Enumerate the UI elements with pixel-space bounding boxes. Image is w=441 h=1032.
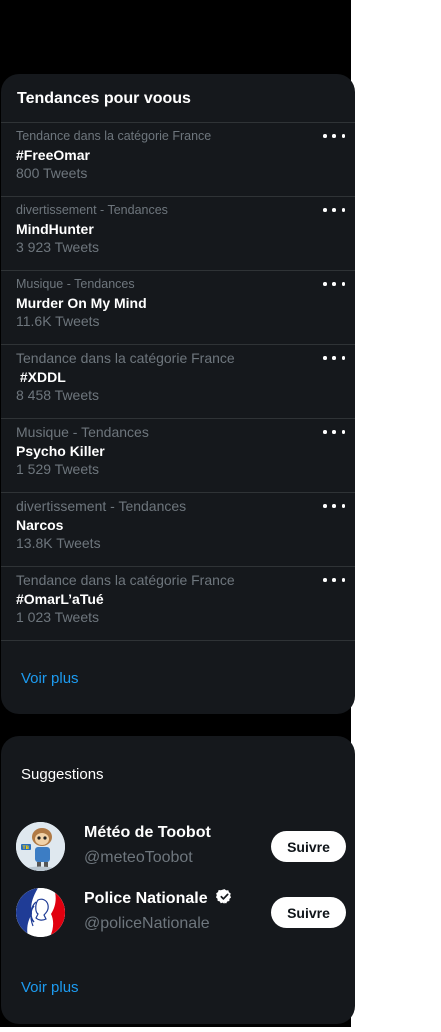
trend-name: #XDDL — [16, 369, 66, 385]
trend-name: MindHunter — [16, 221, 94, 237]
trend-tweet-count: 800 Tweets — [16, 165, 88, 181]
toobot-robot-avatar[interactable]: TB — [16, 822, 65, 871]
trend-item[interactable]: Musique - Tendances Psycho Killer 1 529 … — [1, 418, 355, 492]
more-horizontal-icon[interactable] — [323, 203, 345, 217]
trend-tweet-count: 8 458 Tweets — [16, 387, 100, 403]
trend-name: #OmarL’aTué — [16, 591, 104, 607]
more-horizontal-icon[interactable] — [323, 277, 345, 291]
more-horizontal-icon[interactable] — [323, 129, 345, 143]
trend-tweet-count: 1 023 Tweets — [16, 609, 100, 625]
suggestions-show-more-link[interactable]: Voir plus — [21, 979, 79, 996]
trend-name: Psycho Killer — [16, 443, 105, 459]
verified-badge-icon — [215, 889, 231, 904]
svg-text:TB: TB — [23, 845, 30, 851]
more-horizontal-icon[interactable] — [323, 351, 345, 365]
account-name[interactable]: Police Nationale — [84, 888, 233, 908]
trend-item[interactable]: Tendance dans la catégorie France #FreeO… — [1, 122, 355, 196]
more-horizontal-icon[interactable] — [323, 499, 345, 513]
trend-tweet-count: 3 923 Tweets — [16, 239, 100, 255]
trend-name: Murder On My Mind — [16, 295, 147, 311]
trend-tweet-count: 1 529 Tweets — [16, 461, 100, 477]
trend-category: divertissement - Tendances — [16, 498, 187, 514]
trend-tweet-count: 11.6K Tweets — [16, 313, 100, 329]
trend-name: #FreeOmar — [16, 147, 90, 163]
account-handle: @meteoToobot — [84, 849, 193, 866]
trends-show-more-link[interactable]: Voir plus — [21, 670, 79, 687]
trend-category: Musique - Tendances — [16, 277, 135, 291]
account-name-text: Police Nationale — [84, 890, 208, 907]
trends-title: Tendances pour voous — [17, 90, 191, 107]
trend-item[interactable]: Tendance dans la catégorie France #OmarL… — [1, 566, 355, 641]
trend-category: Tendance dans la catégorie France — [16, 350, 235, 366]
marianne-avatar[interactable] — [16, 888, 65, 937]
suggestions-title: Suggestions — [21, 766, 104, 783]
trend-category: Tendance dans la catégorie France — [16, 572, 235, 588]
follow-button[interactable]: Suivre — [271, 831, 346, 862]
suggestions-panel: Suggestions TB Météo de Toobot @meteoToo… — [1, 736, 355, 1024]
trend-item[interactable]: divertissement - Tendances Narcos 13.8K … — [1, 492, 355, 566]
trends-panel: Tendances pour voous Tendance dans la ca… — [1, 74, 355, 714]
trend-name: Narcos — [16, 517, 64, 533]
trend-item[interactable]: Tendance dans la catégorie France #XDDL … — [1, 344, 355, 418]
trend-item[interactable]: Musique - Tendances Murder On My Mind 11… — [1, 270, 355, 344]
trend-category: divertissement - Tendances — [16, 203, 168, 217]
trend-tweet-count: 13.8K Tweets — [16, 535, 101, 551]
more-horizontal-icon[interactable] — [323, 425, 345, 439]
follow-button[interactable]: Suivre — [271, 897, 346, 928]
trend-category: Tendance dans la catégorie France — [16, 129, 212, 143]
account-name[interactable]: Météo de Toobot — [84, 824, 211, 842]
more-horizontal-icon[interactable] — [323, 573, 345, 587]
trend-category: Musique - Tendances — [16, 424, 149, 440]
account-handle: @policeNationale — [84, 915, 210, 932]
trend-item[interactable]: divertissement - Tendances MindHunter 3 … — [1, 196, 355, 270]
